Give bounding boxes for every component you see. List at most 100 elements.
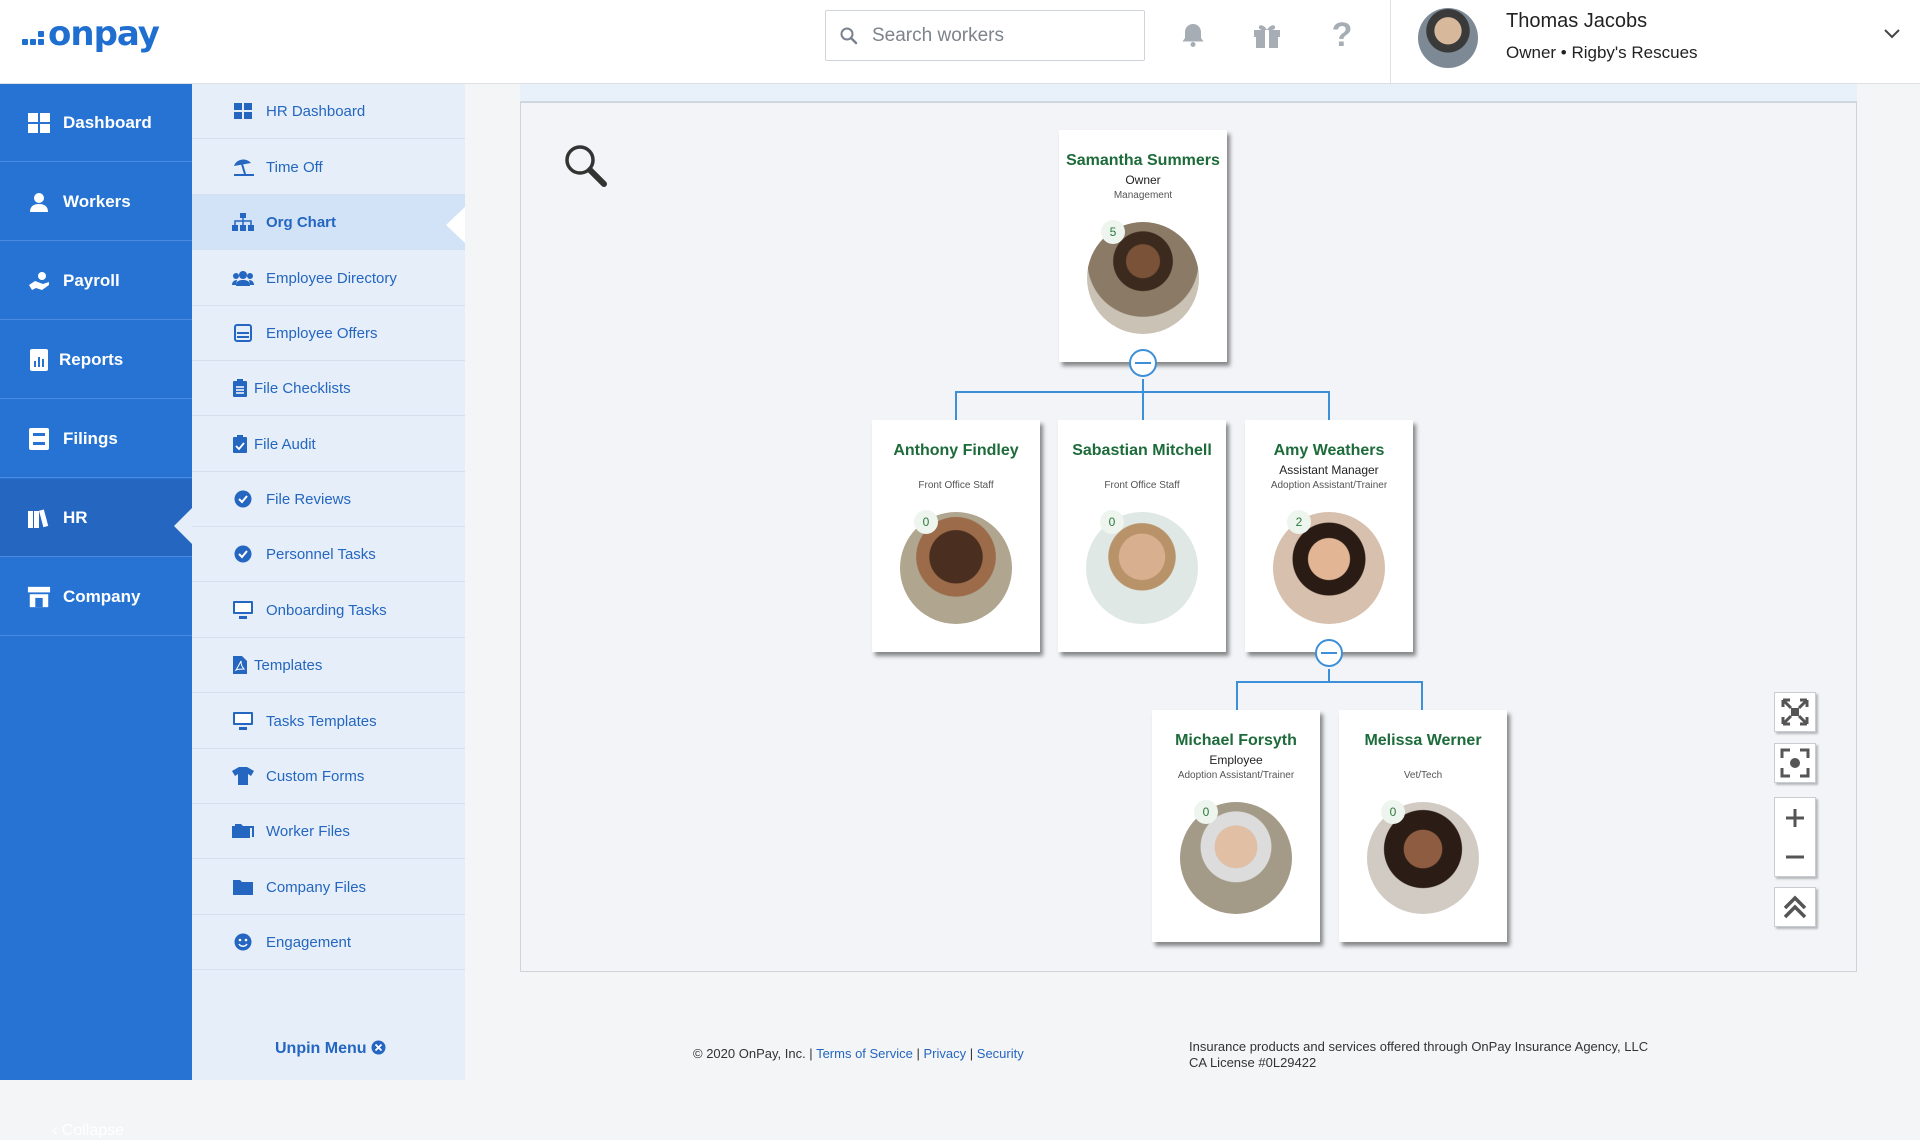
- hr-books-icon: [27, 507, 51, 529]
- submenu-worker-files[interactable]: Worker Files: [192, 804, 465, 859]
- connector-line: [1328, 391, 1330, 420]
- submenu-onboarding-tasks[interactable]: Onboarding Tasks: [192, 583, 465, 638]
- footer-links: © 2020 OnPay, Inc. | Terms of Service | …: [693, 1046, 1024, 1061]
- submenu-label: File Audit: [254, 435, 316, 453]
- user-name: Thomas Jacobs: [1506, 10, 1648, 32]
- clipboard-check-icon: [232, 433, 248, 455]
- submenu-label: Org Chart: [266, 213, 337, 231]
- person-department: Vet/Tech: [1403, 770, 1443, 781]
- user-role: Owner • Rigby's Rescues: [1506, 43, 1698, 62]
- submenu-employee-directory[interactable]: Employee Directory: [192, 251, 465, 306]
- workers-icon: [27, 191, 51, 213]
- help-icon[interactable]: ?: [1325, 16, 1359, 54]
- insurance-text: Insurance products and services offered …: [1189, 1039, 1649, 1054]
- reports-count-badge: 2: [1287, 510, 1311, 534]
- nav-label: Reports: [59, 349, 124, 369]
- main-sidebar: Dashboard Workers Payroll Reports Filing…: [0, 84, 192, 1139]
- submenu-label: Employee Offers: [266, 324, 378, 342]
- terms-of-service-link[interactable]: Terms of Service: [816, 1046, 913, 1061]
- grid-icon: [232, 100, 254, 122]
- person-department: Adoption Assistant/Trainer: [1270, 480, 1388, 491]
- nav-dashboard[interactable]: Dashboard: [0, 84, 192, 162]
- submenu-tasks-templates[interactable]: Tasks Templates: [192, 694, 465, 749]
- scroll-to-top-button[interactable]: [1774, 887, 1816, 927]
- org-card-amy-weathers[interactable]: Amy Weathers Assistant Manager Adoption …: [1245, 420, 1413, 652]
- org-card-melissa-werner[interactable]: Melissa Werner Vet/Tech 0: [1339, 710, 1507, 942]
- magnifier-icon[interactable]: [564, 144, 608, 198]
- security-link[interactable]: Security: [977, 1046, 1024, 1061]
- zoom-controls: [1774, 797, 1816, 877]
- separator: |: [969, 1046, 974, 1061]
- reports-count-badge: 0: [1381, 800, 1405, 824]
- collapse-node-button[interactable]: [1129, 349, 1157, 377]
- user-avatar[interactable]: [1418, 8, 1478, 68]
- nav-workers[interactable]: Workers: [0, 163, 192, 241]
- folder-icon: [232, 876, 254, 898]
- logo-dots-icon: [22, 31, 44, 45]
- connector-line: [1236, 681, 1238, 710]
- submenu-custom-forms[interactable]: Custom Forms: [192, 749, 465, 804]
- reports-count-badge: 0: [914, 510, 938, 534]
- nav-label: Filings: [63, 428, 118, 448]
- person-title: [1339, 753, 1507, 768]
- submenu-file-checklists[interactable]: File Checklists: [192, 361, 465, 416]
- submenu-employee-offers[interactable]: Employee Offers: [192, 306, 465, 361]
- fit-to-screen-button[interactable]: [1774, 743, 1816, 783]
- reports-count-badge: 5: [1101, 220, 1125, 244]
- nav-hr[interactable]: HR: [0, 479, 192, 557]
- connector-line: [1236, 681, 1423, 683]
- nav-company[interactable]: Company: [0, 558, 192, 636]
- connector-line: [1421, 681, 1423, 710]
- nav-label: HR: [63, 507, 88, 527]
- dashboard-grid-icon: [27, 112, 51, 134]
- envelope-offer-icon: [232, 322, 254, 344]
- tshirt-icon: [232, 765, 254, 787]
- payroll-hand-icon: [27, 270, 51, 292]
- collapse-button[interactable]: ‹ Collapse: [52, 1122, 124, 1140]
- person-title: [872, 463, 1040, 478]
- org-card-sabastian-mitchell[interactable]: Sabastian Mitchell Front Office Staff 0: [1058, 420, 1226, 652]
- submenu-personnel-tasks[interactable]: Personnel Tasks: [192, 527, 465, 582]
- gift-icon[interactable]: [1250, 18, 1284, 52]
- person-department: Front Office Staff: [918, 480, 994, 491]
- zoom-out-button[interactable]: [1784, 837, 1806, 876]
- nav-reports[interactable]: Reports: [0, 321, 192, 399]
- org-card-anthony-findley[interactable]: Anthony Findley Front Office Staff 0: [872, 420, 1040, 652]
- submenu-time-off[interactable]: Time Off: [192, 140, 465, 195]
- submenu-file-reviews[interactable]: File Reviews: [192, 472, 465, 527]
- submenu-company-files[interactable]: Company Files: [192, 860, 465, 915]
- bell-icon[interactable]: [1176, 18, 1210, 52]
- onpay-logo[interactable]: onpay: [22, 14, 172, 54]
- nav-payroll[interactable]: Payroll: [0, 242, 192, 320]
- collapse-node-button[interactable]: [1315, 639, 1343, 667]
- check-circle-icon: [232, 543, 254, 565]
- search-box[interactable]: [825, 10, 1145, 61]
- nav-label: Company: [63, 586, 141, 606]
- desktop-icon: [232, 710, 254, 732]
- reports-count-badge: 0: [1100, 510, 1124, 534]
- org-card-michael-forsyth[interactable]: Michael Forsyth Employee Adoption Assist…: [1152, 710, 1320, 942]
- submenu-engagement[interactable]: Engagement: [192, 915, 465, 970]
- privacy-link[interactable]: Privacy: [924, 1046, 967, 1061]
- submenu-hr-dashboard[interactable]: HR Dashboard: [192, 84, 465, 139]
- license-text: CA License #0L29422: [1189, 1055, 1317, 1070]
- submenu-org-chart[interactable]: Org Chart: [192, 195, 465, 250]
- unpin-menu-button[interactable]: Unpin Menu: [275, 1040, 386, 1058]
- submenu-file-audit[interactable]: File Audit: [192, 417, 465, 472]
- smile-icon: [232, 931, 254, 953]
- chevron-down-icon[interactable]: [1884, 22, 1900, 45]
- zoom-in-button[interactable]: [1784, 798, 1806, 837]
- submenu-label: Worker Files: [266, 822, 350, 840]
- person-name: Anthony Findley: [893, 442, 1019, 459]
- person-department: Front Office Staff: [1104, 480, 1180, 491]
- search-input[interactable]: [872, 24, 1132, 47]
- submenu-label: Templates: [254, 656, 323, 674]
- umbrella-beach-icon: [232, 156, 254, 178]
- person-department: Management: [1113, 190, 1173, 201]
- expand-all-button[interactable]: [1774, 692, 1816, 732]
- nav-filings[interactable]: Filings: [0, 400, 192, 478]
- submenu-label: Tasks Templates: [266, 712, 377, 730]
- submenu-templates[interactable]: Templates: [192, 638, 465, 693]
- filings-cabinet-icon: [27, 427, 51, 450]
- org-card-samantha-summers[interactable]: Samantha Summers Owner Management 5: [1059, 130, 1227, 362]
